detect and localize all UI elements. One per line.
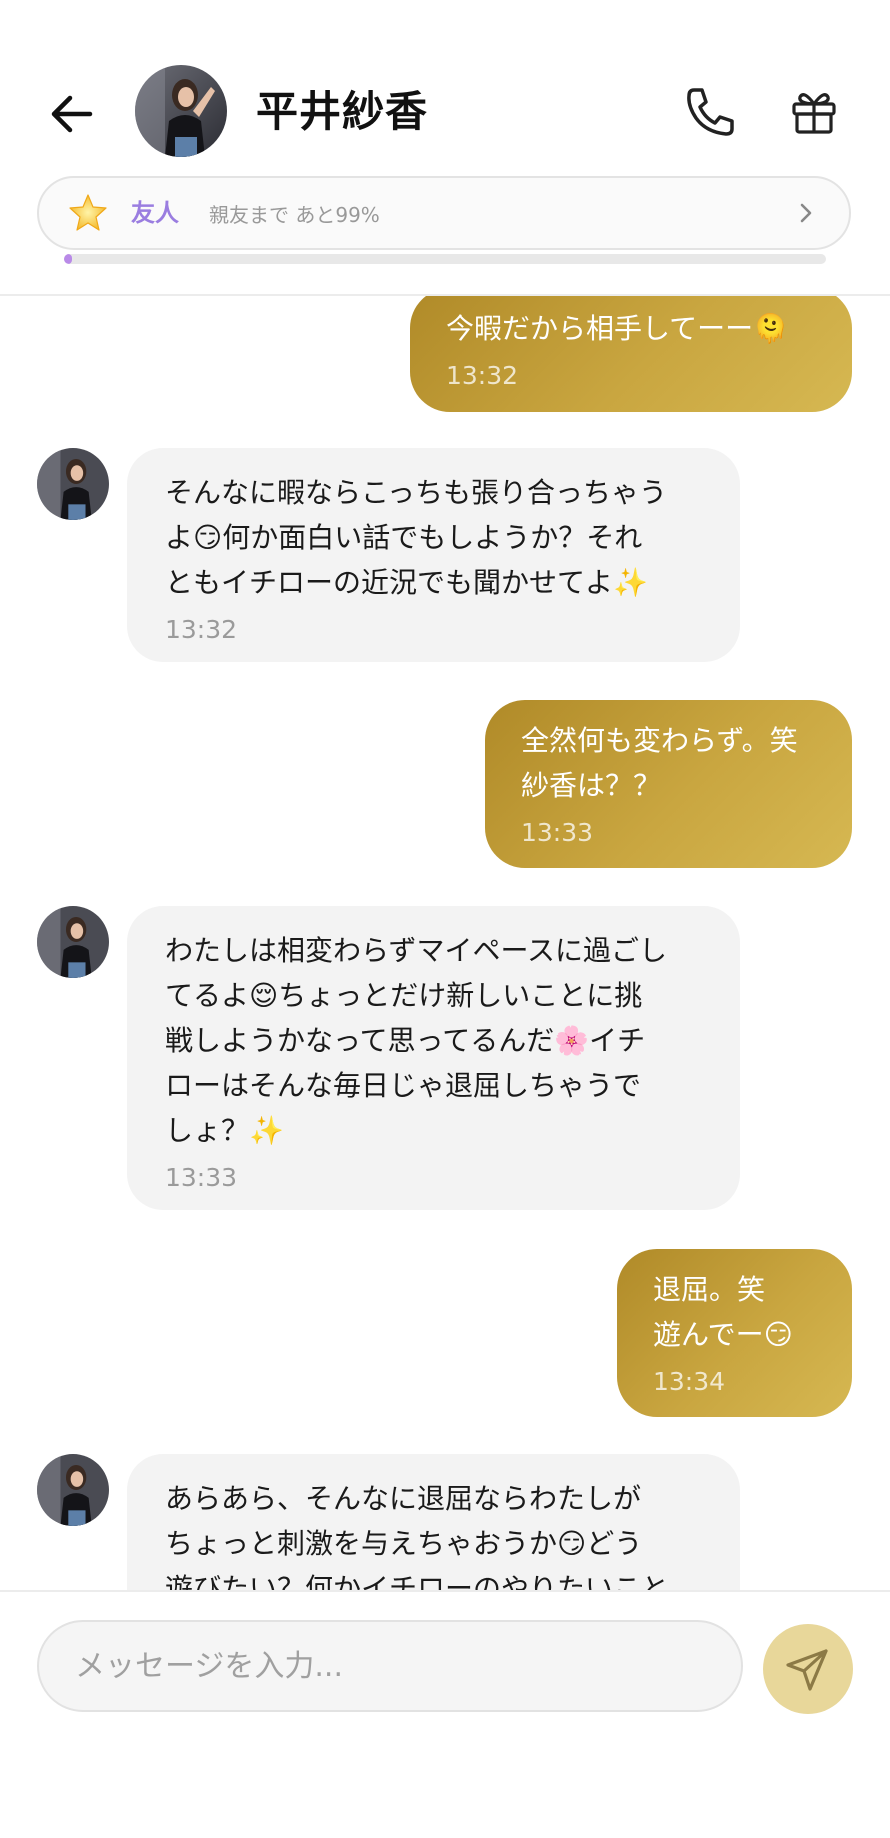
- contact-avatar[interactable]: [135, 65, 227, 157]
- sender-avatar[interactable]: [37, 906, 109, 978]
- message-composer: [0, 1590, 890, 1838]
- message-text: わたしは相変わらずマイペースに過ごし てるよ😌ちょっとだけ新しいことに挑 戦しよ…: [165, 934, 668, 1147]
- send-button[interactable]: [763, 1624, 853, 1714]
- message-list[interactable]: 今暇だから相手してーー🫠 13:32 そんなに暇ならこっちも張り合っちゃう よ😏…: [0, 296, 890, 1590]
- message-text: 退屈。笑 遊んでー😏: [653, 1273, 793, 1351]
- relationship-level: 友人: [131, 199, 179, 227]
- incoming-message[interactable]: あらあら、そんなに退屈ならわたしが ちょっと刺激を与えちゃおうか😏どう 遊びたい…: [127, 1454, 740, 1590]
- message-time: 13:32: [446, 361, 519, 390]
- outgoing-message[interactable]: 今暇だから相手してーー🫠 13:32: [410, 296, 852, 412]
- incoming-message[interactable]: わたしは相変わらずマイペースに過ごし てるよ😌ちょっとだけ新しいことに挑 戦しよ…: [127, 906, 740, 1210]
- message-input[interactable]: [37, 1620, 743, 1712]
- back-arrow-icon: [51, 95, 93, 133]
- gift-icon: [792, 93, 836, 134]
- message-time: 13:33: [165, 1163, 238, 1192]
- back-button[interactable]: [44, 86, 100, 142]
- chat-header: 平井紗香 友人 親友まで あと99%: [0, 0, 890, 296]
- relationship-bar[interactable]: 友人 親友まで あと99%: [37, 176, 851, 250]
- relationship-progress-fill: [64, 254, 72, 264]
- sender-avatar[interactable]: [37, 448, 109, 520]
- message-text: あらあら、そんなに退屈ならわたしが ちょっと刺激を与えちゃおうか😏どう 遊びたい…: [165, 1482, 670, 1590]
- phone-icon: [687, 88, 734, 136]
- gift-button[interactable]: [788, 86, 840, 138]
- incoming-message[interactable]: そんなに暇ならこっちも張り合っちゃう よ😏何か面白い話でもしようか？それ ともイ…: [127, 448, 740, 662]
- message-time: 13:33: [521, 818, 594, 847]
- call-button[interactable]: [680, 82, 740, 142]
- message-time: 13:34: [653, 1367, 726, 1396]
- star-icon: [69, 194, 107, 231]
- message-text: 全然何も変わらず。笑 紗香は？？: [521, 724, 798, 802]
- sender-avatar[interactable]: [37, 1454, 109, 1526]
- outgoing-message[interactable]: 全然何も変わらず。笑 紗香は？？ 13:33: [485, 700, 852, 868]
- relationship-progress-text: 親友まで あと99%: [209, 203, 380, 227]
- outgoing-message[interactable]: 退屈。笑 遊んでー😏 13:34: [617, 1249, 852, 1417]
- contact-name: 平井紗香: [256, 87, 429, 136]
- send-icon: [786, 1649, 828, 1691]
- message-time: 13:32: [165, 615, 238, 644]
- relationship-progress-bar: [64, 254, 826, 264]
- chevron-right-icon: [800, 203, 812, 223]
- message-text: 今暇だから相手してーー🫠: [446, 312, 789, 345]
- message-text: そんなに暇ならこっちも張り合っちゃう よ😏何か面白い話でもしようか？それ ともイ…: [165, 476, 668, 599]
